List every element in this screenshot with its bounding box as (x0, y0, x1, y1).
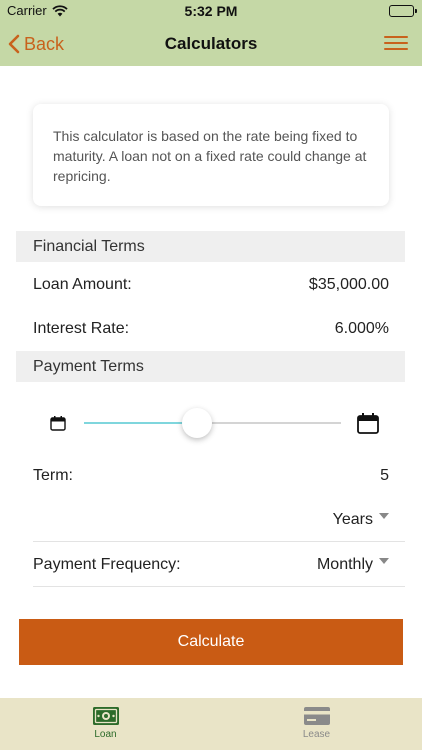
divider (33, 541, 405, 542)
tab-lease-label: Lease (302, 729, 331, 740)
term-unit-value: Years (332, 511, 373, 528)
loan-amount-row[interactable]: Loan Amount: $35,000.00 (33, 274, 389, 296)
page-title: Calculators (164, 34, 258, 53)
term-row[interactable]: Term: 5 (33, 465, 389, 487)
payment-frequency-dropdown[interactable]: Monthly (317, 556, 389, 574)
interest-rate-row[interactable]: Interest Rate: 6.000% (33, 318, 389, 340)
tab-loan[interactable]: Loan (0, 698, 211, 750)
term-value[interactable]: 5 (380, 467, 389, 485)
payment-frequency-row[interactable]: Payment Frequency: Monthly (33, 553, 389, 577)
status-bar: Carrier 5:32 PM (0, 0, 422, 22)
clock: 5:32 PM (184, 3, 238, 19)
tab-bar: Loan Lease (0, 698, 422, 750)
loan-amount-label: Loan Amount: (33, 276, 132, 293)
caret-down-icon (379, 558, 389, 564)
interest-rate-label: Interest Rate: (33, 320, 130, 337)
term-unit-row[interactable]: Years (33, 508, 389, 532)
payment-frequency-value: Monthly (316, 556, 373, 573)
credit-card-icon (303, 707, 330, 725)
tab-loan-label: Loan (94, 729, 117, 740)
payment-frequency-label: Payment Frequency: (33, 556, 181, 573)
financial-terms-header: Financial Terms (16, 231, 405, 262)
term-slider[interactable] (50, 404, 380, 444)
hamburger-menu-icon[interactable] (382, 32, 410, 56)
term-label: Term: (33, 467, 73, 484)
battery-icon (389, 5, 417, 17)
interest-rate-value[interactable]: 6.000% (335, 320, 389, 338)
slider-track[interactable] (84, 408, 341, 438)
caret-down-icon (379, 513, 389, 519)
loan-amount-value[interactable]: $35,000.00 (309, 276, 389, 294)
slider-thumb[interactable] (182, 408, 213, 438)
info-card: This calculator is based on the rate bei… (33, 104, 389, 206)
tab-lease[interactable]: Lease (211, 698, 422, 750)
term-unit-dropdown[interactable]: Years (333, 511, 389, 529)
calendar-large-icon (357, 413, 379, 434)
calculate-button[interactable]: Calculate (19, 619, 403, 665)
calendar-small-icon (50, 416, 66, 431)
navigation-bar: Back Calculators (0, 22, 422, 66)
slider-fill (84, 422, 198, 424)
divider (33, 586, 405, 587)
payment-terms-header: Payment Terms (16, 351, 405, 382)
money-icon (92, 707, 119, 725)
